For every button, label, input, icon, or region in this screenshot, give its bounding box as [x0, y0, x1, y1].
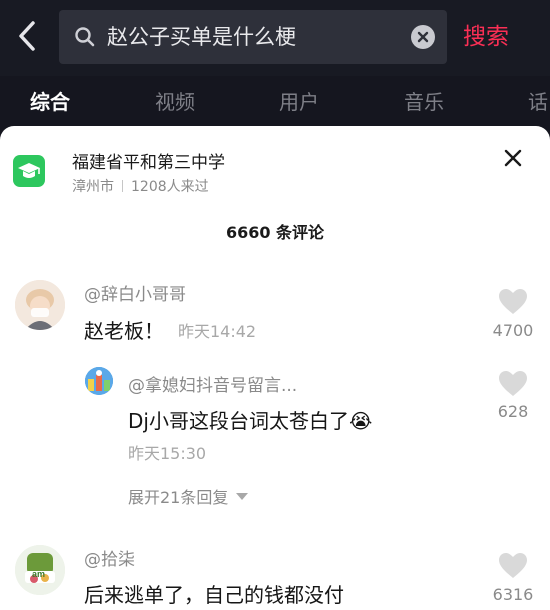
- like-count: 628: [497, 402, 529, 421]
- crying-emoji: 😭: [348, 409, 373, 433]
- search-query-text[interactable]: 赵公子买单是什么梗: [107, 10, 296, 64]
- search-icon: [75, 27, 95, 47]
- location-city: 漳州市: [72, 179, 114, 195]
- avatar[interactable]: [15, 280, 65, 330]
- location-name[interactable]: 福建省平和第三中学: [72, 148, 225, 173]
- heart-icon[interactable]: [498, 370, 528, 398]
- like-count: 6316: [492, 585, 534, 604]
- reply-text: Dj小哥这段台词太苍白了: [128, 409, 349, 433]
- avatar[interactable]: [85, 367, 113, 395]
- comment-username[interactable]: @辞白小哥哥: [84, 280, 186, 305]
- location-meta: 漳州市 1208人来过: [72, 176, 209, 196]
- comment-text: 后来逃单了，自己的钱都没付: [84, 583, 344, 607]
- expand-replies-label: 展开21条回复: [128, 488, 229, 507]
- chevron-down-icon: [236, 493, 249, 500]
- tab-topics[interactable]: 话: [528, 76, 548, 128]
- clear-search-button[interactable]: [411, 25, 435, 49]
- tab-users[interactable]: 用户: [279, 76, 319, 128]
- expand-replies-button[interactable]: 展开21条回复: [128, 484, 249, 508]
- clear-icon: [417, 31, 429, 43]
- school-location-icon: [13, 155, 45, 187]
- search-tabs: 综合 视频 用户 音乐 话: [0, 76, 550, 128]
- avatar[interactable]: am: [15, 545, 65, 595]
- comment-time: 昨天14:42: [178, 322, 257, 341]
- like-count: 4700: [492, 321, 534, 340]
- search-input[interactable]: 赵公子买单是什么梗: [59, 10, 447, 64]
- close-icon[interactable]: [499, 144, 527, 172]
- meta-divider: [122, 180, 123, 192]
- tab-videos[interactable]: 视频: [155, 76, 195, 128]
- reply-time: 昨天15:30: [128, 444, 207, 463]
- heart-icon[interactable]: [498, 552, 528, 580]
- heart-icon[interactable]: [498, 288, 528, 316]
- comment-count-title: 6660 条评论: [225, 223, 325, 242]
- location-visitors: 1208人来过: [131, 179, 209, 195]
- comment-username[interactable]: @拾柒: [84, 545, 135, 570]
- back-arrow-icon[interactable]: [14, 18, 40, 54]
- top-bar: 赵公子买单是什么梗 搜索: [0, 0, 550, 76]
- comment-text: 赵老板！: [84, 319, 164, 343]
- reply-username[interactable]: @拿媳妇抖音号留言...: [128, 371, 297, 396]
- reply-text-line: Dj小哥这段台词太苍白了😭: [128, 405, 372, 434]
- tab-music[interactable]: 音乐: [404, 76, 444, 128]
- search-button[interactable]: 搜索: [463, 10, 509, 64]
- comments-sheet: 福建省平和第三中学 漳州市 1208人来过 6660 条评论 @辞白小哥哥 赵老板…: [0, 126, 550, 610]
- tab-comprehensive[interactable]: 综合: [30, 76, 70, 128]
- svg-text:am: am: [32, 569, 45, 579]
